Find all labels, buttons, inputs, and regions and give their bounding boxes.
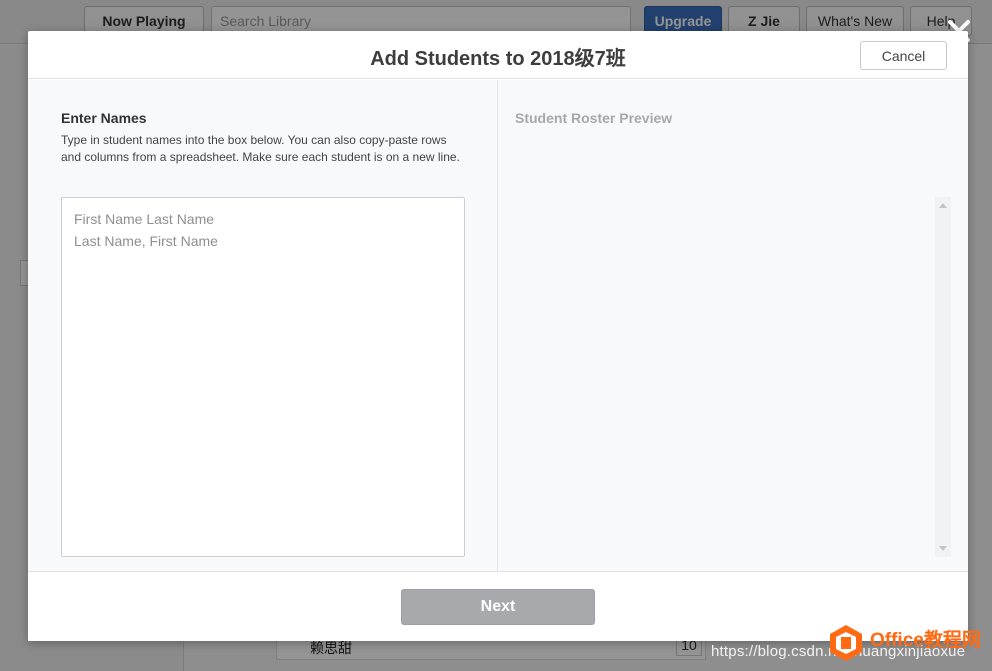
- roster-preview-title: Student Roster Preview: [515, 110, 672, 126]
- watermark-brand: Office教程网: [870, 625, 981, 652]
- roster-preview-panel: Student Roster Preview: [497, 80, 968, 571]
- student-names-textarea[interactable]: [61, 197, 465, 557]
- modal-body: Enter Names Type in student names into t…: [28, 80, 968, 571]
- cancel-button[interactable]: Cancel: [860, 41, 947, 70]
- add-students-modal: Add Students to 2018级7班 Cancel Enter Nam…: [28, 31, 968, 641]
- preview-scrollbar[interactable]: [935, 197, 951, 557]
- scroll-down-arrow-icon[interactable]: [939, 546, 947, 551]
- next-button[interactable]: Next: [401, 589, 595, 625]
- scroll-up-arrow-icon[interactable]: [939, 203, 947, 208]
- enter-names-title: Enter Names: [61, 110, 147, 126]
- modal-title: Add Students to 2018级7班: [28, 42, 968, 71]
- enter-names-panel: Enter Names Type in student names into t…: [28, 80, 497, 571]
- office-logo-icon: [826, 623, 866, 663]
- enter-names-description: Type in student names into the box below…: [61, 132, 466, 166]
- modal-header: Add Students to 2018级7班 Cancel: [28, 31, 968, 79]
